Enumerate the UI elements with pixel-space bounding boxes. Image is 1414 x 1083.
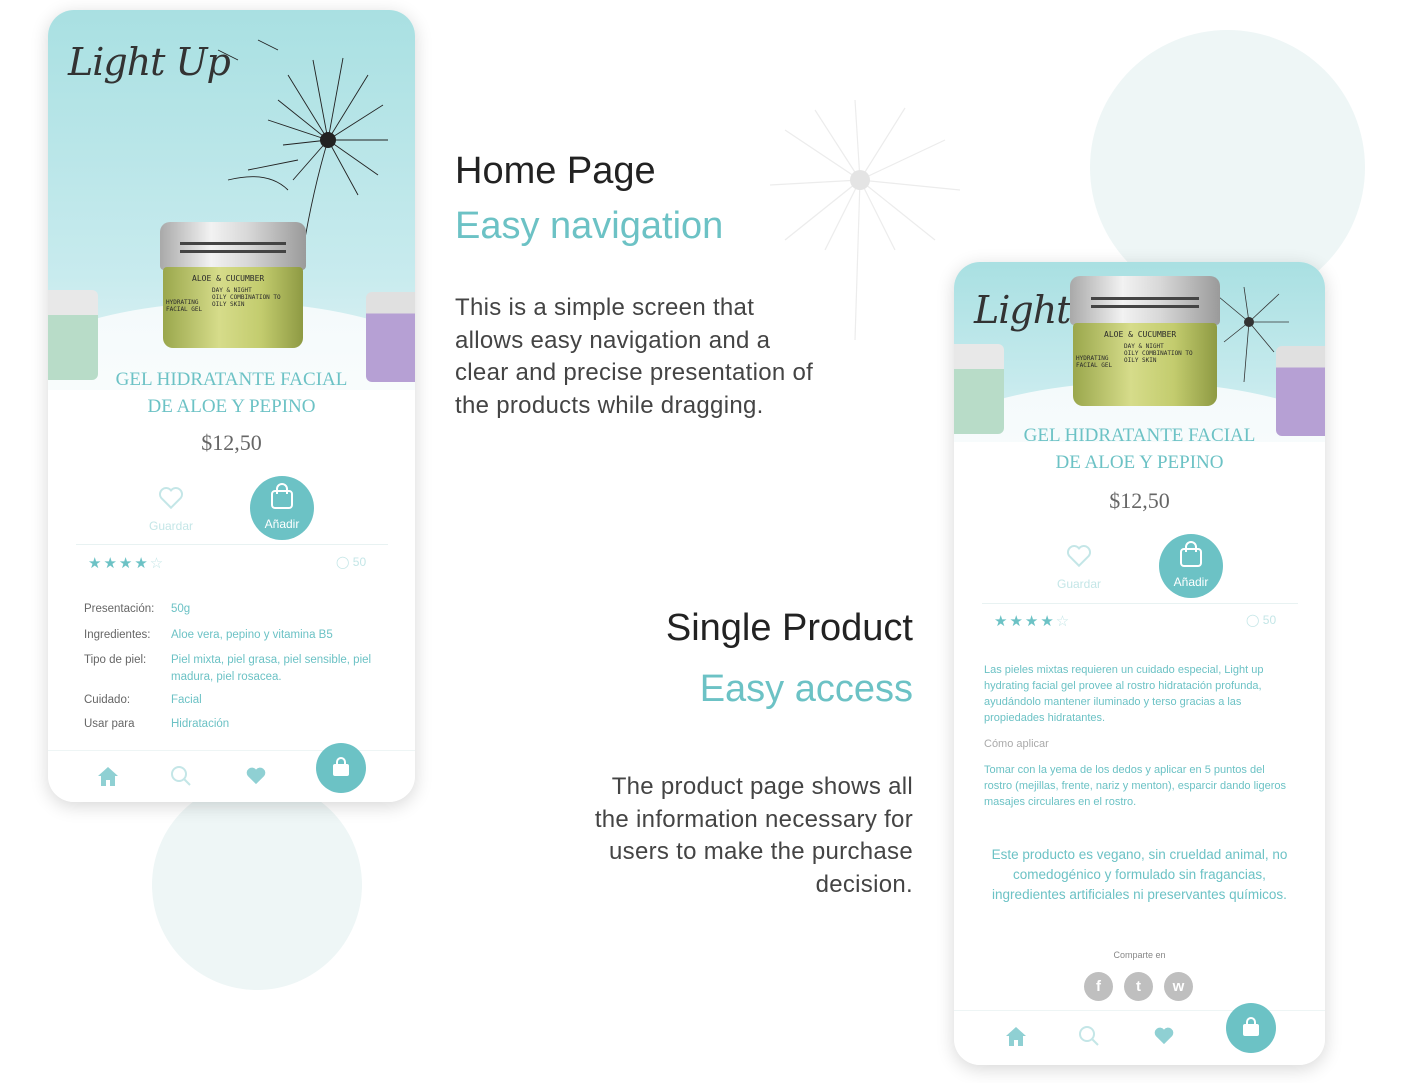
vegan-statement: Este producto es vegano, sin crueldad an… <box>991 847 1288 902</box>
product-name: GEL HIDRATANTE FACIAL DE ALOE Y PEPINO <box>1023 425 1256 473</box>
home-section-body: This is a simple screen that allows easy… <box>455 294 814 419</box>
cart-button[interactable] <box>316 743 366 793</box>
bottom-nav <box>48 743 415 802</box>
rating-stars[interactable]: ★★★★☆ <box>88 554 165 572</box>
search-icon[interactable] <box>170 765 192 787</box>
heart-icon[interactable] <box>244 766 268 786</box>
add-to-cart-button[interactable]: Añadir <box>250 476 314 540</box>
single-section-title: Single Product <box>665 607 913 649</box>
shopping-bag-icon <box>1180 541 1202 567</box>
add-to-cart-button[interactable]: Añadir <box>1159 534 1223 598</box>
bottom-nav <box>954 1003 1325 1065</box>
share-label: Comparte en <box>1113 950 1166 960</box>
home-icon[interactable] <box>96 765 120 787</box>
product-price: $12,50 <box>201 430 262 455</box>
cart-icon <box>1243 1017 1259 1036</box>
comment-icon: ◯ <box>1246 613 1260 627</box>
background-circle-left <box>152 780 362 990</box>
comments-count[interactable]: ◯ 50 <box>336 555 366 569</box>
divider <box>76 544 388 545</box>
rating-stars[interactable]: ★★★★☆ <box>994 612 1071 630</box>
twitter-icon[interactable]: t <box>1124 972 1153 1001</box>
single-section-subtitle: Easy access <box>699 668 913 710</box>
heart-outline-icon <box>1066 545 1092 568</box>
heart-outline-icon <box>158 487 184 510</box>
single-section-body: The product page shows all the informati… <box>594 773 913 898</box>
search-icon[interactable] <box>1078 1025 1100 1047</box>
save-button[interactable]: Guardar <box>1044 544 1114 591</box>
comment-icon: ◯ <box>336 555 350 569</box>
how-to-apply-text: Tomar con la yema de los dedos y aplicar… <box>984 764 1287 808</box>
product-description: Las pieles mixtas requieren un cuidado e… <box>984 664 1264 724</box>
shopping-bag-icon <box>271 483 293 509</box>
single-product-phone-screen: Light Up ALOE & CUCUMBER DAY & NIGHT OIL… <box>954 262 1325 1065</box>
cart-button[interactable] <box>1226 1003 1276 1053</box>
product-jar-left <box>954 344 1004 434</box>
cart-icon <box>333 757 349 776</box>
comments-count[interactable]: ◯ 50 <box>1246 613 1276 627</box>
product-jar-image: ALOE & CUCUMBER DAY & NIGHT OILY COMBINA… <box>160 222 306 348</box>
facebook-icon[interactable]: f <box>1084 972 1113 1001</box>
whatsapp-icon[interactable]: w <box>1164 972 1193 1001</box>
save-button[interactable]: Guardar <box>136 486 206 533</box>
product-name: GEL HIDRATANTE FACIAL DE ALOE Y PEPINO <box>115 369 348 417</box>
product-price: $12,50 <box>1109 488 1170 513</box>
how-to-apply-title: Cómo aplicar <box>984 738 1049 750</box>
home-hero: Light Up ALOE & CUCUMBER DAY & NIGHT OIL… <box>48 10 415 390</box>
divider <box>982 603 1298 604</box>
home-icon[interactable] <box>1004 1025 1028 1047</box>
brand-logo: Light Up <box>68 40 231 84</box>
home-section-title: Home Page <box>455 150 656 192</box>
home-phone-screen: Light Up ALOE & CUCUMBER DAY & NIGHT OIL… <box>48 10 415 802</box>
home-section-subtitle: Easy navigation <box>455 205 724 247</box>
heart-icon[interactable] <box>1152 1026 1176 1046</box>
product-jar-image: ALOE & CUCUMBER DAY & NIGHT OILY COMBINA… <box>1070 276 1220 406</box>
dandelion-illustration <box>217 39 388 250</box>
